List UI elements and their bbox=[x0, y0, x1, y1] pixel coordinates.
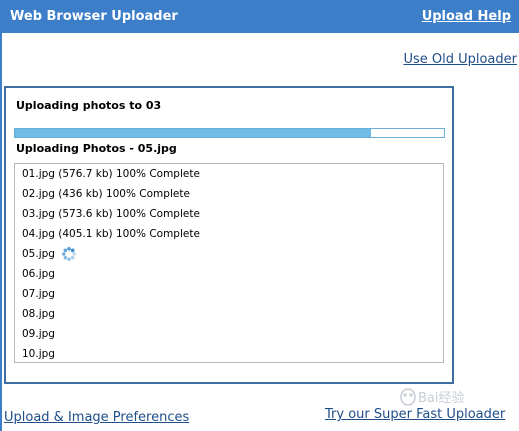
file-list-item: 02.jpg (436 kb) 100% Complete bbox=[15, 184, 443, 204]
app-header: Web Browser Uploader Upload Help bbox=[0, 0, 519, 33]
left-border bbox=[0, 33, 2, 431]
file-list-item: 08.jpg bbox=[15, 304, 443, 324]
upload-help-link[interactable]: Upload Help bbox=[422, 9, 511, 24]
app-title: Web Browser Uploader bbox=[10, 9, 178, 24]
file-list-item-text: 06.jpg bbox=[22, 268, 55, 280]
file-list-item: 09.jpg bbox=[15, 324, 443, 344]
file-list-item: 01.jpg (576.7 kb) 100% Complete bbox=[15, 164, 443, 184]
file-list-item-text: 10.jpg bbox=[22, 348, 55, 360]
baidu-watermark-text: Bai经验 bbox=[418, 390, 465, 406]
baidu-watermark-logo: Bai经验 bbox=[400, 388, 465, 406]
use-old-uploader-link[interactable]: Use Old Uploader bbox=[403, 52, 517, 67]
file-list-item-text: 05.jpg bbox=[22, 248, 55, 260]
upload-title: Uploading photos to 03 bbox=[16, 99, 162, 112]
file-list-item-text: 04.jpg (405.1 kb) 100% Complete bbox=[22, 228, 200, 240]
file-list-item: 06.jpg bbox=[15, 264, 443, 284]
file-list-item: 10.jpg bbox=[15, 344, 443, 364]
file-list-item-text: 07.jpg bbox=[22, 288, 55, 300]
file-list-item-text: 02.jpg (436 kb) 100% Complete bbox=[22, 188, 190, 200]
file-list-item: 05.jpg bbox=[15, 244, 443, 264]
upload-panel: Uploading photos to 03 Uploading Photos … bbox=[4, 86, 454, 384]
upload-progress-fill bbox=[15, 129, 372, 137]
file-list: 01.jpg (576.7 kb) 100% Complete 02.jpg (4… bbox=[14, 163, 444, 363]
loading-spinner-icon bbox=[61, 247, 76, 261]
upload-preferences-link[interactable]: Upload & Image Preferences bbox=[4, 410, 189, 425]
file-list-item: 03.jpg (573.6 kb) 100% Complete bbox=[15, 204, 443, 224]
super-fast-uploader-link[interactable]: Try our Super Fast Uploader bbox=[325, 407, 505, 422]
file-list-item: 04.jpg (405.1 kb) 100% Complete bbox=[15, 224, 443, 244]
upload-progress-label: Uploading Photos - 05.jpg bbox=[16, 142, 177, 155]
file-list-item: 07.jpg bbox=[15, 284, 443, 304]
file-list-item-text: 03.jpg (573.6 kb) 100% Complete bbox=[22, 208, 200, 220]
file-list-item-text: 08.jpg bbox=[22, 308, 55, 320]
file-list-item-text: 09.jpg bbox=[22, 328, 55, 340]
file-list-item-text: 01.jpg (576.7 kb) 100% Complete bbox=[22, 168, 200, 180]
upload-progress-bar bbox=[14, 128, 445, 138]
